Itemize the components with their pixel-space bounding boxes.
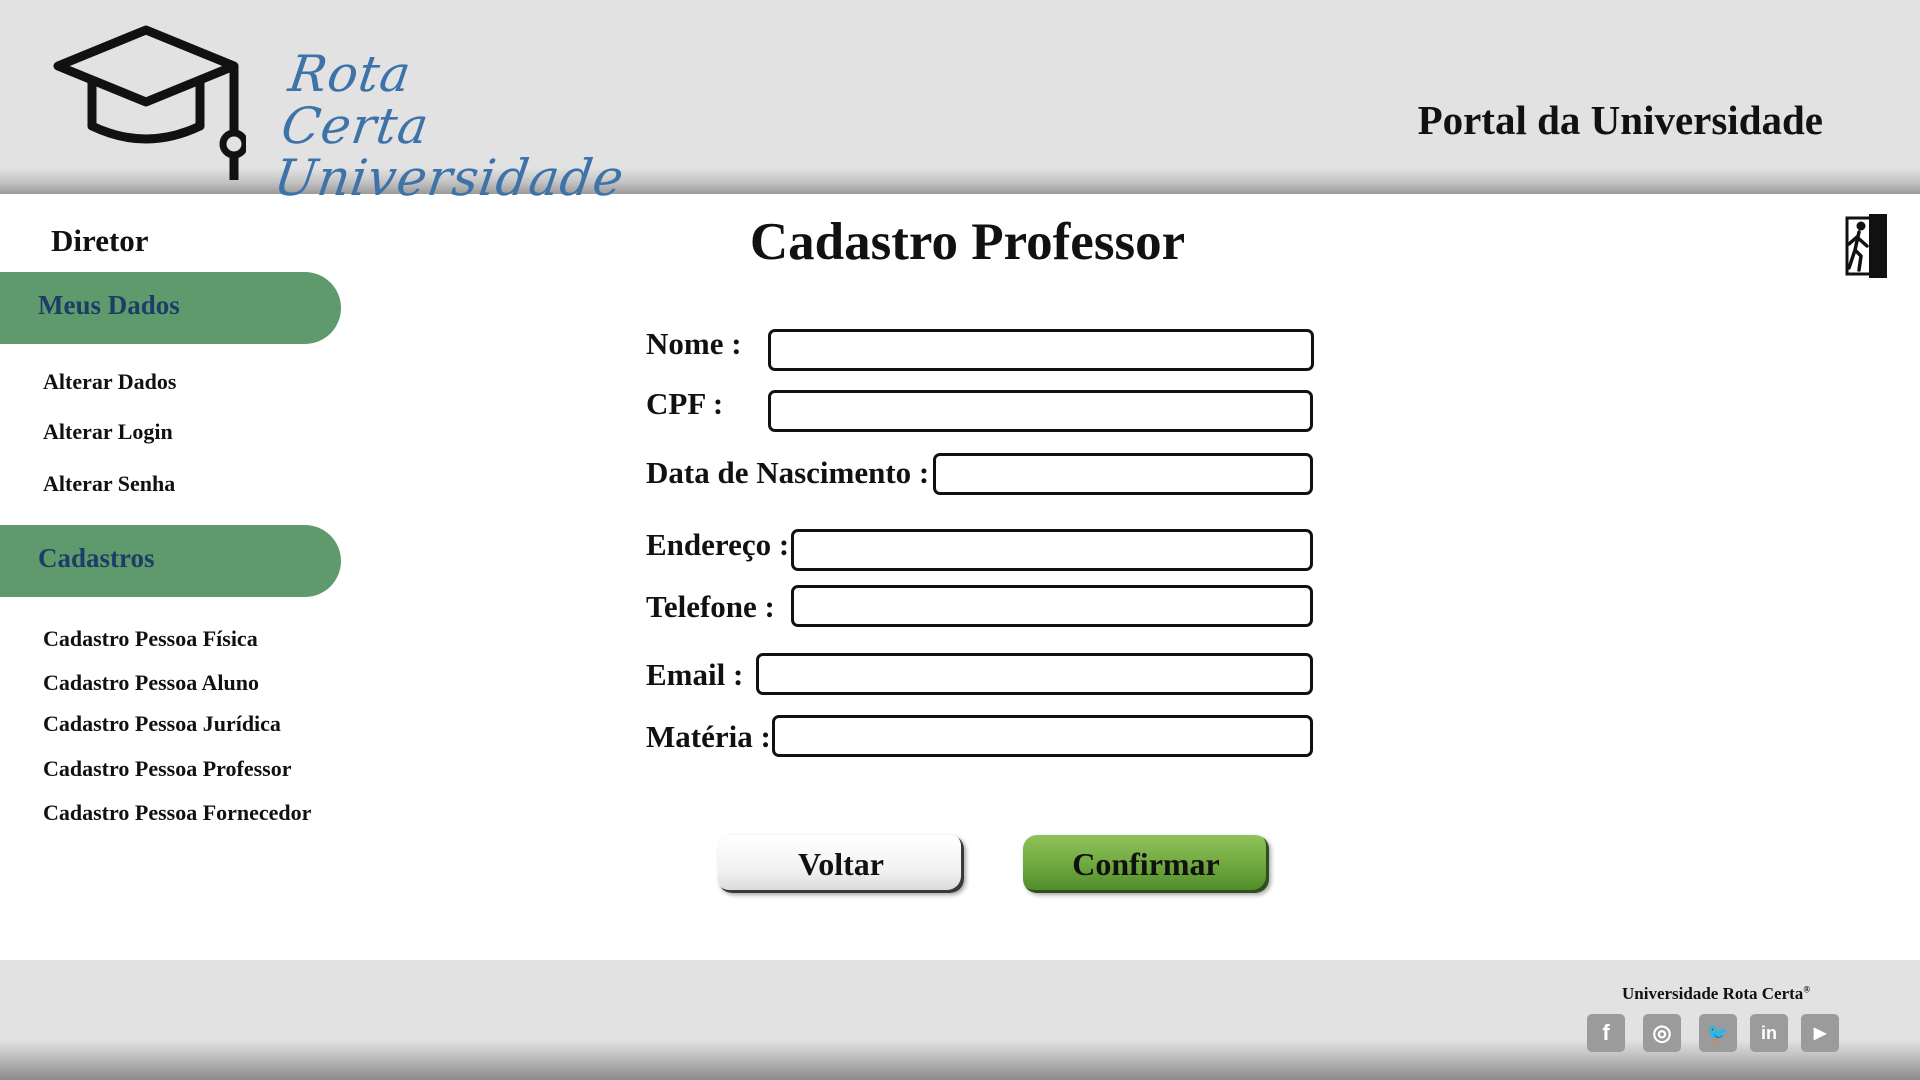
cpf-label: CPF : <box>646 386 724 421</box>
sidebar-link-cadastro-pessoa-juridica[interactable]: Cadastro Pessoa Jurídica <box>43 711 281 737</box>
endereco-label: Endereço : <box>646 527 790 562</box>
materia-label: Matéria : <box>646 719 771 754</box>
brand-line-2: Universidade <box>270 149 628 207</box>
materia-field[interactable] <box>772 715 1313 757</box>
section-cadastros[interactable]: Cadastros <box>0 525 341 597</box>
footer: Universidade Rota Certa® f ◎ 🐦 in ▶ <box>0 960 1920 1080</box>
cpf-field[interactable] <box>768 390 1313 432</box>
nome-label: Nome : <box>646 326 742 361</box>
youtube-icon[interactable]: ▶ <box>1801 1014 1839 1052</box>
instagram-icon[interactable]: ◎ <box>1643 1014 1681 1052</box>
endereco-field[interactable] <box>791 529 1313 571</box>
graduation-cap-icon <box>53 25 246 180</box>
email-field[interactable] <box>756 653 1313 695</box>
email-label: Email : <box>646 657 744 692</box>
section-title: Cadastros <box>38 543 155 573</box>
sidebar-link-alterar-senha[interactable]: Alterar Senha <box>43 471 175 497</box>
sidebar-link-cadastro-pessoa-fornecedor[interactable]: Cadastro Pessoa Fornecedor <box>43 800 311 826</box>
linkedin-icon[interactable]: in <box>1750 1014 1788 1052</box>
portal-title: Portal da Universidade <box>1417 97 1823 143</box>
header: Rota Certa Universidade Portal da Univer… <box>0 0 1920 207</box>
exit-icon[interactable] <box>1843 212 1891 280</box>
telefone-label: Telefone : <box>646 589 775 624</box>
nome-field[interactable] <box>768 329 1314 371</box>
data-nascimento-field[interactable] <box>933 453 1313 495</box>
brand-logo: Rota Certa Universidade <box>270 45 628 207</box>
sidebar-link-cadastro-pessoa-professor[interactable]: Cadastro Pessoa Professor <box>43 756 292 782</box>
brand-line-1: Rota Certa <box>277 45 433 155</box>
page-title: Cadastro Professor <box>749 213 1186 271</box>
telefone-field[interactable] <box>791 585 1313 627</box>
twitter-icon[interactable]: 🐦 <box>1699 1014 1737 1052</box>
voltar-button[interactable]: Voltar <box>718 835 964 893</box>
sidebar-link-cadastro-pessoa-fisica[interactable]: Cadastro Pessoa Física <box>43 626 258 652</box>
copyright-text: Universidade Rota Certa® <box>1622 984 1810 1004</box>
copyright-name: Universidade Rota Certa <box>1622 984 1804 1003</box>
section-meus-dados[interactable]: Meus Dados <box>0 272 341 344</box>
section-title: Meus Dados <box>38 290 180 320</box>
confirmar-button[interactable]: Confirmar <box>1023 835 1269 893</box>
sidebar-link-cadastro-pessoa-aluno[interactable]: Cadastro Pessoa Aluno <box>43 670 259 696</box>
sidebar-link-alterar-dados[interactable]: Alterar Dados <box>43 369 176 395</box>
registered-mark: ® <box>1803 984 1811 995</box>
data-nascimento-label: Data de Nascimento : <box>646 455 930 490</box>
sidebar-link-alterar-login[interactable]: Alterar Login <box>43 419 173 445</box>
facebook-icon[interactable]: f <box>1587 1014 1625 1052</box>
